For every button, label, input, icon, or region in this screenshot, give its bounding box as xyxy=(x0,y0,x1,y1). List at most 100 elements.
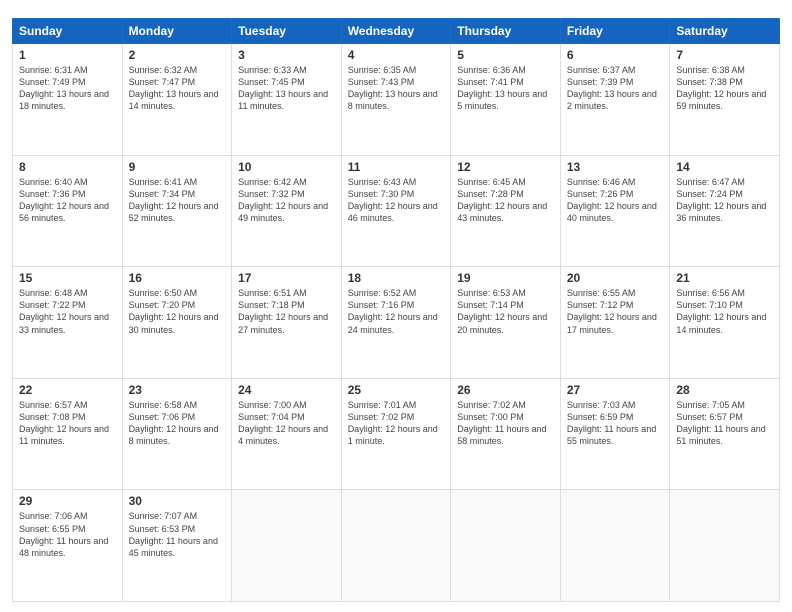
calendar-cell xyxy=(451,490,561,602)
day-number: 21 xyxy=(676,271,773,285)
calendar-cell: 3 Sunrise: 6:33 AMSunset: 7:45 PMDaylight… xyxy=(232,44,342,156)
calendar-cell: 13 Sunrise: 6:46 AMSunset: 7:26 PMDayligh… xyxy=(560,155,670,267)
calendar-cell: 1Sunrise: 6:31 AMSunset: 7:49 PMDaylight… xyxy=(13,44,123,156)
calendar-cell: 19Sunrise: 6:53 AMSunset: 7:14 PMDayligh… xyxy=(451,267,561,379)
calendar-cell: 16 Sunrise: 6:50 AMSunset: 7:20 PMDayligh… xyxy=(122,267,232,379)
day-content: Sunrise: 6:38 AMSunset: 7:38 PMDaylight:… xyxy=(676,64,773,113)
day-content: Sunrise: 6:50 AMSunset: 7:20 PMDaylight:… xyxy=(129,287,226,336)
calendar-cell: 9 Sunrise: 6:41 AMSunset: 7:34 PMDaylight… xyxy=(122,155,232,267)
day-number: 26 xyxy=(457,383,554,397)
day-content: Sunrise: 6:35 AMSunset: 7:43 PMDaylight:… xyxy=(348,64,445,113)
day-number: 5 xyxy=(457,48,554,62)
calendar-cell: 14 Sunrise: 6:47 AMSunset: 7:24 PMDayligh… xyxy=(670,155,780,267)
calendar-cell: 11 Sunrise: 6:43 AMSunset: 7:30 PMDayligh… xyxy=(341,155,451,267)
day-content: Sunrise: 6:33 AMSunset: 7:45 PMDaylight:… xyxy=(238,64,335,113)
day-number: 16 xyxy=(129,271,226,285)
calendar-cell: 20 Sunrise: 6:55 AMSunset: 7:12 PMDayligh… xyxy=(560,267,670,379)
day-content: Sunrise: 6:43 AMSunset: 7:30 PMDaylight:… xyxy=(348,176,445,225)
day-content: Sunrise: 6:46 AMSunset: 7:26 PMDaylight:… xyxy=(567,176,664,225)
day-number: 15 xyxy=(19,271,116,285)
day-number: 28 xyxy=(676,383,773,397)
calendar-cell: 24 Sunrise: 7:00 AMSunset: 7:04 PMDayligh… xyxy=(232,378,342,490)
weekday-sunday: Sunday xyxy=(13,19,123,44)
day-number: 11 xyxy=(348,160,445,174)
day-number: 4 xyxy=(348,48,445,62)
day-number: 8 xyxy=(19,160,116,174)
calendar-cell: 12 Sunrise: 6:45 AMSunset: 7:28 PMDayligh… xyxy=(451,155,561,267)
calendar-cell xyxy=(232,490,342,602)
day-content: Sunrise: 7:05 AMSunset: 6:57 PMDaylight:… xyxy=(676,399,773,448)
day-number: 6 xyxy=(567,48,664,62)
calendar-cell xyxy=(341,490,451,602)
calendar-cell xyxy=(560,490,670,602)
calendar-cell: 23 Sunrise: 6:58 AMSunset: 7:06 PMDayligh… xyxy=(122,378,232,490)
calendar-cell: 30 Sunrise: 7:07 AMSunset: 6:53 PMDayligh… xyxy=(122,490,232,602)
calendar-cell: 8 Sunrise: 6:40 AMSunset: 7:36 PMDaylight… xyxy=(13,155,123,267)
day-number: 23 xyxy=(129,383,226,397)
calendar-cell: 29 Sunrise: 7:06 AMSunset: 6:55 PMDayligh… xyxy=(13,490,123,602)
weekday-thursday: Thursday xyxy=(451,19,561,44)
calendar-week-row: 8 Sunrise: 6:40 AMSunset: 7:36 PMDaylight… xyxy=(13,155,780,267)
day-number: 12 xyxy=(457,160,554,174)
calendar-cell: 6 Sunrise: 6:37 AMSunset: 7:39 PMDaylight… xyxy=(560,44,670,156)
calendar-table: SundayMondayTuesdayWednesdayThursdayFrid… xyxy=(12,18,780,602)
day-number: 7 xyxy=(676,48,773,62)
day-content: Sunrise: 6:47 AMSunset: 7:24 PMDaylight:… xyxy=(676,176,773,225)
day-content: Sunrise: 6:32 AMSunset: 7:47 PMDaylight:… xyxy=(129,64,226,113)
weekday-saturday: Saturday xyxy=(670,19,780,44)
calendar-week-row: 29 Sunrise: 7:06 AMSunset: 6:55 PMDayligh… xyxy=(13,490,780,602)
day-content: Sunrise: 6:41 AMSunset: 7:34 PMDaylight:… xyxy=(129,176,226,225)
day-content: Sunrise: 7:03 AMSunset: 6:59 PMDaylight:… xyxy=(567,399,664,448)
day-content: Sunrise: 7:06 AMSunset: 6:55 PMDaylight:… xyxy=(19,510,116,559)
day-number: 30 xyxy=(129,494,226,508)
weekday-friday: Friday xyxy=(560,19,670,44)
calendar-cell: 17 Sunrise: 6:51 AMSunset: 7:18 PMDayligh… xyxy=(232,267,342,379)
weekday-tuesday: Tuesday xyxy=(232,19,342,44)
calendar-cell: 4 Sunrise: 6:35 AMSunset: 7:43 PMDaylight… xyxy=(341,44,451,156)
day-content: Sunrise: 6:45 AMSunset: 7:28 PMDaylight:… xyxy=(457,176,554,225)
day-number: 17 xyxy=(238,271,335,285)
day-content: Sunrise: 6:55 AMSunset: 7:12 PMDaylight:… xyxy=(567,287,664,336)
day-number: 25 xyxy=(348,383,445,397)
day-content: Sunrise: 6:58 AMSunset: 7:06 PMDaylight:… xyxy=(129,399,226,448)
day-content: Sunrise: 6:57 AMSunset: 7:08 PMDaylight:… xyxy=(19,399,116,448)
day-number: 22 xyxy=(19,383,116,397)
day-number: 27 xyxy=(567,383,664,397)
day-number: 24 xyxy=(238,383,335,397)
day-number: 2 xyxy=(129,48,226,62)
day-content: Sunrise: 6:48 AMSunset: 7:22 PMDaylight:… xyxy=(19,287,116,336)
calendar-header: SundayMondayTuesdayWednesdayThursdayFrid… xyxy=(13,19,780,44)
calendar-cell: 22 Sunrise: 6:57 AMSunset: 7:08 PMDayligh… xyxy=(13,378,123,490)
weekday-header-row: SundayMondayTuesdayWednesdayThursdayFrid… xyxy=(13,19,780,44)
day-number: 19 xyxy=(457,271,554,285)
day-content: Sunrise: 7:07 AMSunset: 6:53 PMDaylight:… xyxy=(129,510,226,559)
calendar-week-row: 15 Sunrise: 6:48 AMSunset: 7:22 PMDayligh… xyxy=(13,267,780,379)
day-content: Sunrise: 6:37 AMSunset: 7:39 PMDaylight:… xyxy=(567,64,664,113)
day-content: Sunrise: 6:51 AMSunset: 7:18 PMDaylight:… xyxy=(238,287,335,336)
day-number: 29 xyxy=(19,494,116,508)
calendar-cell: 18Sunrise: 6:52 AMSunset: 7:16 PMDayligh… xyxy=(341,267,451,379)
page: SundayMondayTuesdayWednesdayThursdayFrid… xyxy=(0,0,792,612)
weekday-wednesday: Wednesday xyxy=(341,19,451,44)
day-content: Sunrise: 6:36 AMSunset: 7:41 PMDaylight:… xyxy=(457,64,554,113)
calendar-cell: 10Sunrise: 6:42 AMSunset: 7:32 PMDayligh… xyxy=(232,155,342,267)
day-content: Sunrise: 6:56 AMSunset: 7:10 PMDaylight:… xyxy=(676,287,773,336)
calendar-cell xyxy=(670,490,780,602)
day-number: 13 xyxy=(567,160,664,174)
day-content: Sunrise: 7:00 AMSunset: 7:04 PMDaylight:… xyxy=(238,399,335,448)
day-number: 14 xyxy=(676,160,773,174)
day-number: 3 xyxy=(238,48,335,62)
day-content: Sunrise: 7:02 AMSunset: 7:00 PMDaylight:… xyxy=(457,399,554,448)
day-number: 20 xyxy=(567,271,664,285)
calendar-week-row: 22 Sunrise: 6:57 AMSunset: 7:08 PMDayligh… xyxy=(13,378,780,490)
calendar-cell: 25Sunrise: 7:01 AMSunset: 7:02 PMDayligh… xyxy=(341,378,451,490)
calendar-cell: 27 Sunrise: 7:03 AMSunset: 6:59 PMDayligh… xyxy=(560,378,670,490)
day-content: Sunrise: 6:42 AMSunset: 7:32 PMDaylight:… xyxy=(238,176,335,225)
calendar-week-row: 1Sunrise: 6:31 AMSunset: 7:49 PMDaylight… xyxy=(13,44,780,156)
calendar-cell: 7 Sunrise: 6:38 AMSunset: 7:38 PMDaylight… xyxy=(670,44,780,156)
calendar-cell: 2 Sunrise: 6:32 AMSunset: 7:47 PMDaylight… xyxy=(122,44,232,156)
day-content: Sunrise: 6:40 AMSunset: 7:36 PMDaylight:… xyxy=(19,176,116,225)
day-content: Sunrise: 6:52 AMSunset: 7:16 PMDaylight:… xyxy=(348,287,445,336)
day-number: 9 xyxy=(129,160,226,174)
calendar-cell: 5 Sunrise: 6:36 AMSunset: 7:41 PMDaylight… xyxy=(451,44,561,156)
